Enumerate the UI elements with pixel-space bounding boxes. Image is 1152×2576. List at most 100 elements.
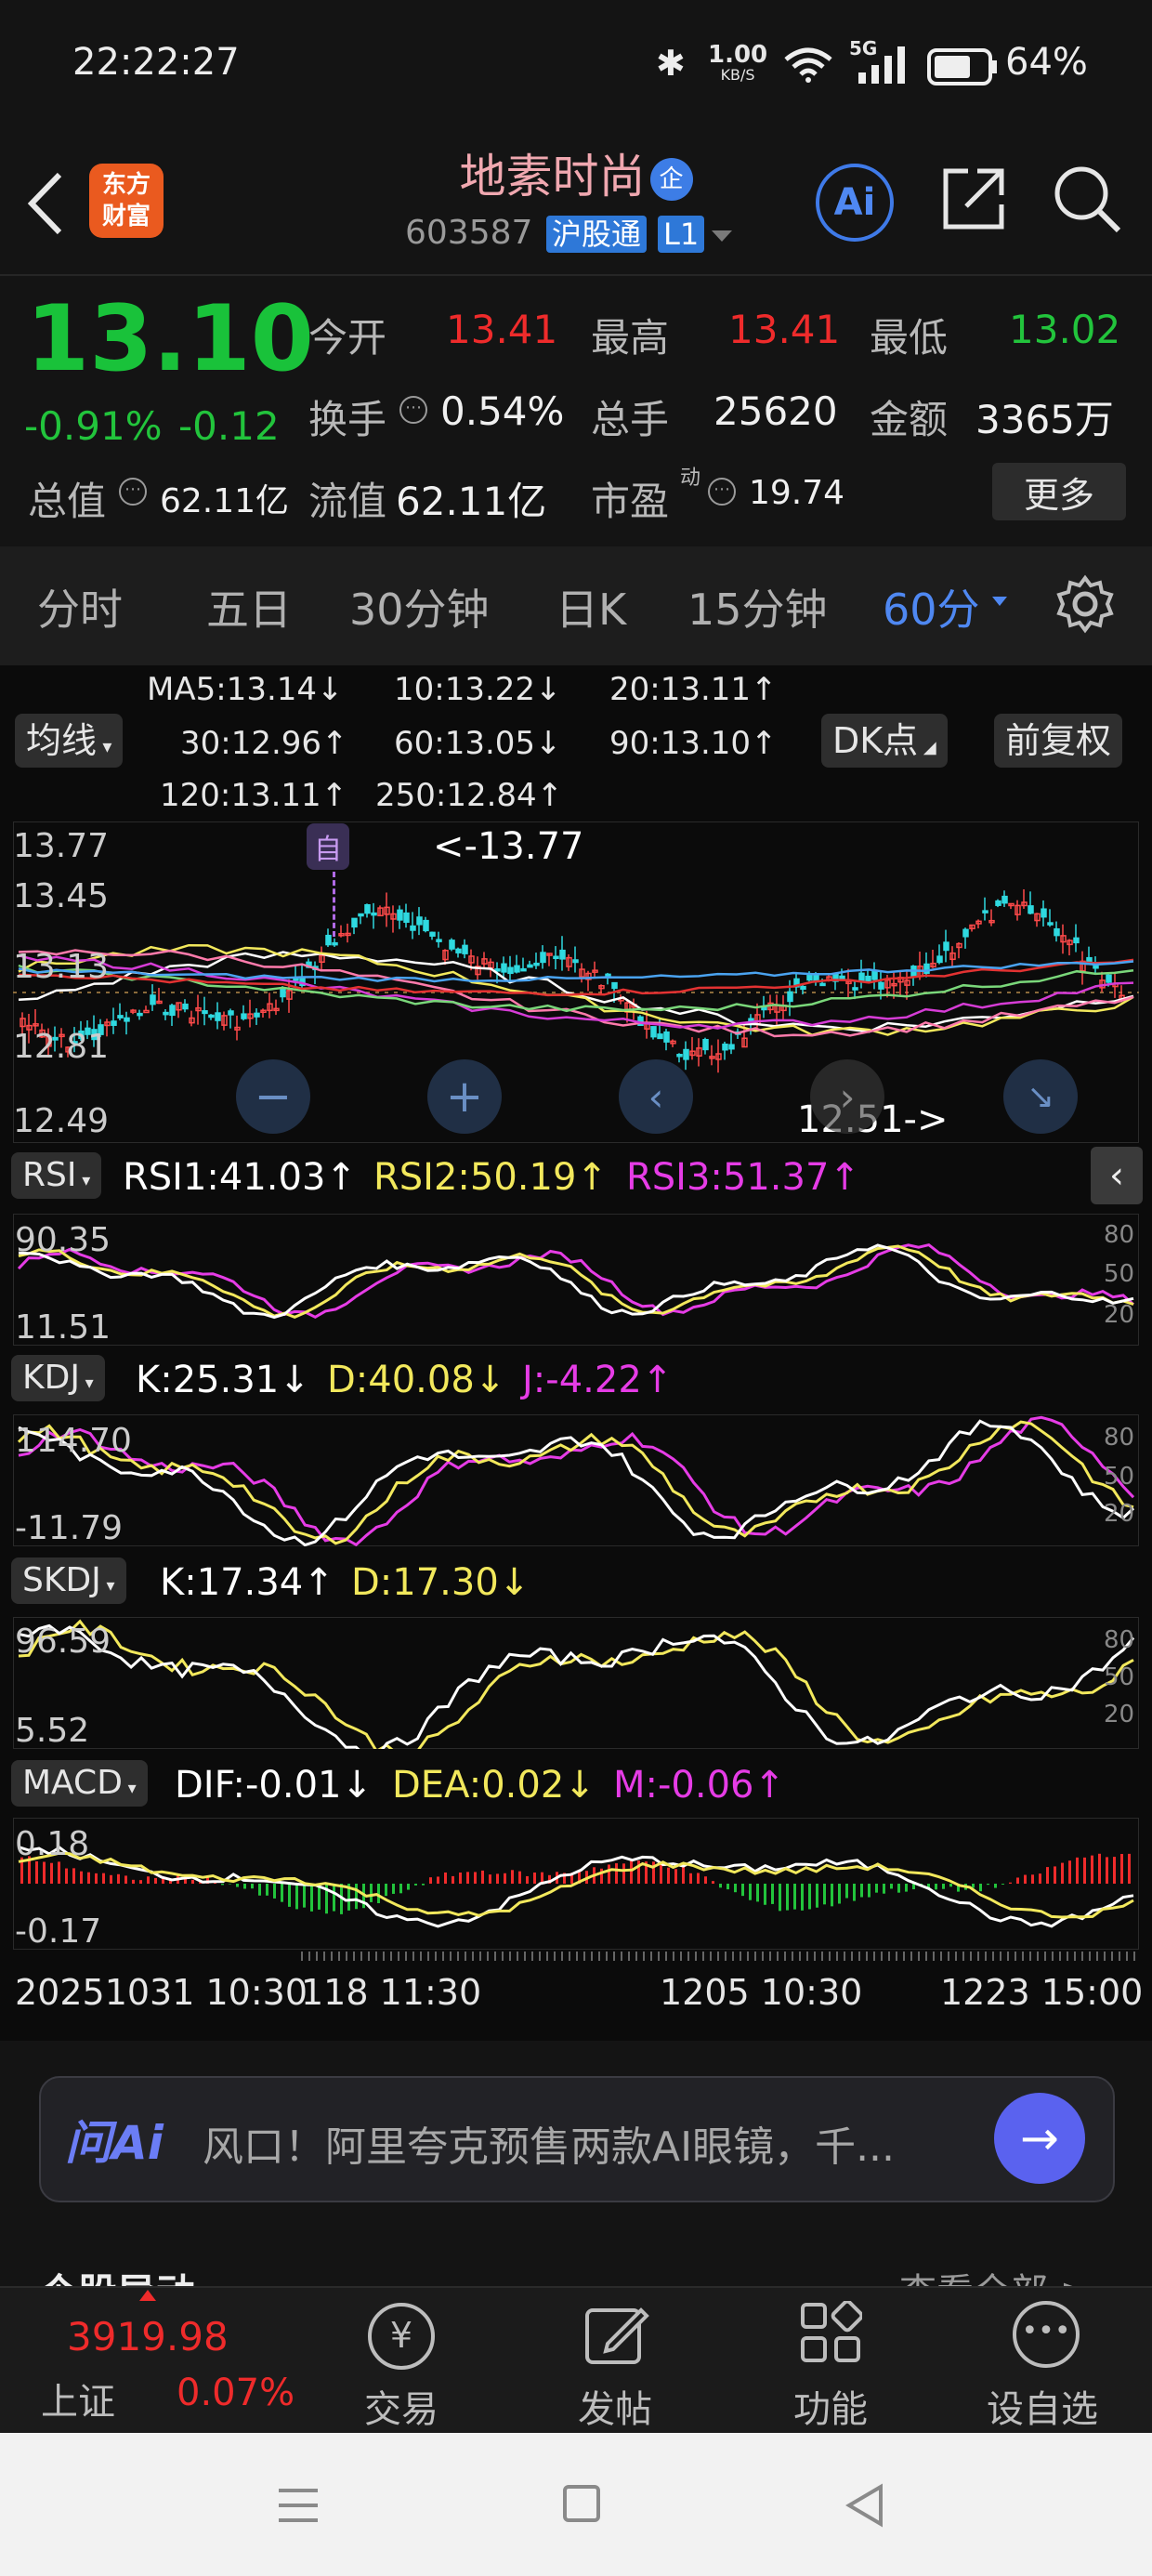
wifi-icon (784, 47, 832, 83)
macd-bar (511, 1870, 514, 1884)
macd-chart[interactable] (13, 1818, 1139, 1950)
current-price: 13.10 (26, 286, 314, 392)
macd-bar (466, 1872, 469, 1884)
candle (215, 1012, 221, 1021)
indicator-line (18, 1623, 1135, 1749)
collapse-panel-button[interactable]: ‹ (1091, 1147, 1143, 1204)
index-value[interactable]: 3919.98 (67, 2314, 229, 2359)
candle (208, 1014, 215, 1019)
open-value: 13.41 (446, 307, 558, 352)
nav-watchlist[interactable]: 设自选 (987, 2379, 1098, 2433)
ai-send-button[interactable]: → (994, 2093, 1085, 2184)
self-marker[interactable]: 自 (307, 823, 349, 870)
tab-30min[interactable]: 30分钟 (349, 576, 490, 637)
macd-bar (258, 1884, 261, 1896)
ma-selector[interactable]: 均线 ▾ (15, 714, 124, 768)
candlestick-chart[interactable] (13, 821, 1139, 1143)
more-button[interactable]: 更多 (992, 463, 1126, 520)
time-scrollbar[interactable] (301, 1952, 1137, 1961)
macd-bar (801, 1884, 804, 1911)
rsi-level: 20 (1104, 1301, 1135, 1329)
tab-daily-k[interactable]: 日K (556, 576, 626, 637)
macd-bar (117, 1873, 120, 1884)
trade-icon[interactable]: ¥ (368, 2303, 435, 2370)
candle (358, 913, 364, 917)
low-label: 最低 (870, 315, 949, 361)
candle (936, 955, 943, 964)
candle (423, 919, 429, 932)
macd-selector[interactable]: MACD ▾ (11, 1760, 148, 1807)
macd-bar (1106, 1857, 1108, 1884)
nav-post[interactable]: 发帖 (578, 2379, 652, 2433)
scroll-left-button[interactable]: ‹ (619, 1059, 693, 1134)
tab-60min[interactable]: 60分 (883, 576, 980, 637)
macd-bar (1046, 1867, 1049, 1884)
zoom-in-button[interactable]: + (427, 1059, 502, 1134)
candle (228, 1010, 234, 1016)
candle (254, 1012, 260, 1018)
skdj-selector[interactable]: SKDJ ▾ (11, 1557, 126, 1604)
dk-point-button[interactable]: DK点 ◢ (821, 714, 948, 768)
kdj-j-value: J:-4.22↑ (522, 1359, 674, 1401)
index-change: 0.07% (177, 2372, 295, 2414)
macd-bar (1024, 1874, 1027, 1884)
search-icon[interactable] (1052, 164, 1122, 234)
info-icon[interactable]: ⋯ (708, 478, 736, 506)
candle (455, 948, 462, 953)
ai-button[interactable]: Ai (816, 164, 894, 242)
tab-15min[interactable]: 15分钟 (687, 576, 828, 637)
home-icon[interactable] (563, 2485, 600, 2522)
kdj-selector[interactable]: KDJ ▾ (11, 1355, 105, 1401)
enterprise-badge: 企 (649, 158, 693, 201)
ma60-legend: 60:13.05↓ (394, 725, 562, 762)
tab-intraday[interactable]: 分时 (37, 576, 123, 637)
forward-adjust-button[interactable]: 前复权 (994, 714, 1123, 768)
expand-button[interactable]: ↘ (1003, 1059, 1078, 1134)
chevron-down-icon[interactable] (992, 597, 1007, 606)
macd-bar (674, 1869, 677, 1884)
nav-function[interactable]: 功能 (793, 2379, 868, 2433)
candle (787, 991, 793, 1003)
skdj-y-min: 5.52 (15, 1712, 90, 1750)
indicator-line (18, 1415, 1135, 1546)
macd-bar (1039, 1873, 1041, 1884)
volume-value: 25620 (713, 388, 838, 434)
macd-bar (808, 1884, 811, 1910)
view-all-link[interactable]: 查看全部 > (899, 2262, 1091, 2286)
macd-bar (333, 1884, 335, 1912)
turnover-value: 0.54% (440, 388, 565, 434)
macd-bar (139, 1880, 142, 1884)
ma90-legend: 90:13.10↑ (609, 725, 778, 762)
volume-label: 总手 (591, 397, 670, 442)
function-grid-icon[interactable] (799, 2301, 862, 2364)
candle (150, 994, 156, 1005)
macd-bar (1120, 1854, 1123, 1884)
skdj-chart[interactable] (13, 1617, 1139, 1749)
info-icon[interactable]: ⋯ (119, 478, 147, 506)
back-icon[interactable] (844, 2483, 884, 2528)
indicator-line (18, 1619, 1134, 1749)
kdj-level: 80 (1104, 1424, 1135, 1452)
more-options-icon[interactable]: ••• (1013, 2301, 1080, 2368)
macd-bar (1054, 1866, 1056, 1884)
rsi-chart[interactable] (13, 1214, 1139, 1346)
tab-five-day[interactable]: 五日 (206, 576, 292, 637)
menu-icon[interactable] (277, 2487, 320, 2524)
zoom-out-button[interactable]: − (236, 1059, 310, 1134)
chevron-down-icon[interactable] (712, 230, 732, 242)
float-mv-value: 62.11亿 (396, 479, 547, 524)
share-icon[interactable] (940, 165, 1007, 232)
macd-bar (518, 1871, 521, 1884)
rsi-selector[interactable]: RSI ▾ (11, 1152, 102, 1199)
scroll-right-button[interactable]: › (810, 1059, 884, 1134)
ai-bar-prompt: 风口！阿里夸克预售两款AI眼镜，千... (203, 2123, 896, 2171)
rsi-level: 50 (1104, 1260, 1135, 1288)
kdj-chart[interactable] (13, 1414, 1139, 1546)
info-icon[interactable]: ⋯ (399, 396, 427, 424)
nav-trade[interactable]: 交易 (364, 2379, 439, 2433)
macd-bar (243, 1884, 246, 1889)
settings-gear-icon[interactable] (1055, 574, 1115, 634)
macd-bar (407, 1884, 410, 1890)
post-icon[interactable] (583, 2301, 650, 2368)
candle (137, 1012, 143, 1017)
